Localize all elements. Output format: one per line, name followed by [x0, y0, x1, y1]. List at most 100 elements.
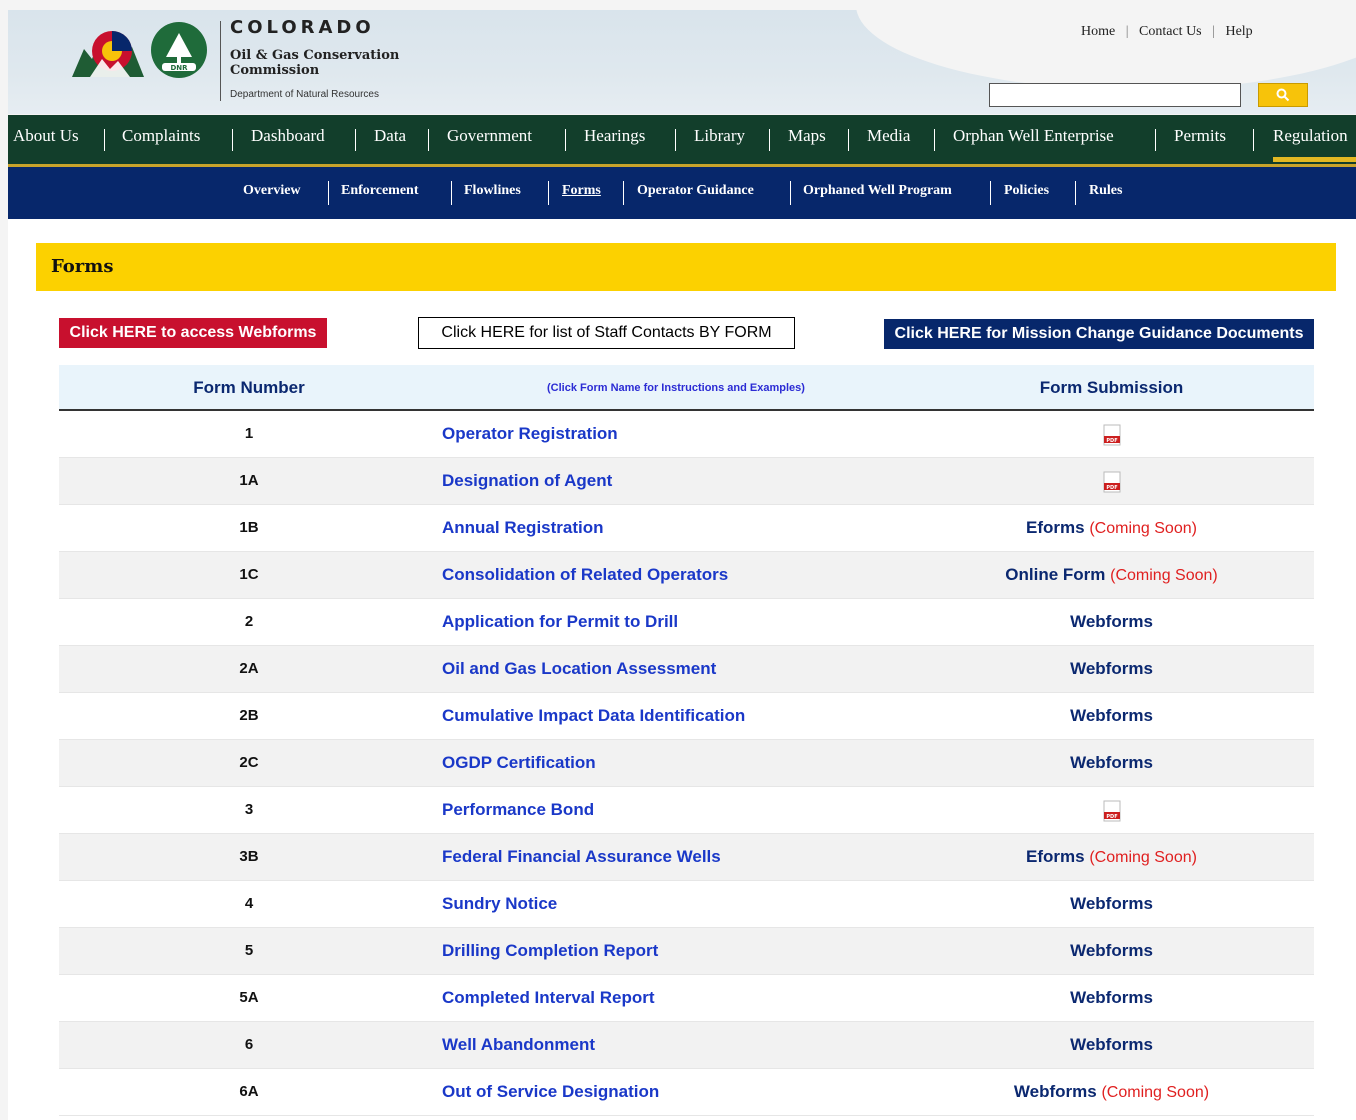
subnav-separator: [548, 181, 549, 205]
form-name-link[interactable]: Sundry Notice: [442, 894, 557, 914]
search-input[interactable]: [989, 83, 1241, 107]
form-number: 1C: [239, 566, 259, 583]
form-submission: Webforms: [929, 753, 1294, 773]
sub-nav: Overview Enforcement Flowlines Forms Ope…: [8, 167, 1356, 219]
nav-about-us[interactable]: About Us: [13, 126, 79, 146]
nav-separator: [675, 129, 676, 151]
form-name-link[interactable]: Designation of Agent: [442, 471, 612, 491]
submission-link[interactable]: Webforms: [1070, 753, 1153, 772]
nav-active-indicator: [1273, 157, 1356, 162]
coming-soon-label: (Coming Soon): [1101, 1084, 1210, 1101]
nav-orphan-well-enterprise[interactable]: Orphan Well Enterprise: [953, 126, 1114, 146]
subnav-separator: [790, 181, 791, 205]
submission-link[interactable]: Webforms: [1070, 894, 1153, 913]
form-submission: Webforms: [929, 1035, 1294, 1055]
form-name-link[interactable]: Completed Interval Report: [442, 988, 655, 1008]
pdf-icon[interactable]: PDF: [1101, 471, 1123, 493]
search-button[interactable]: [1258, 83, 1308, 107]
pdf-icon[interactable]: PDF: [1101, 800, 1123, 822]
form-name-link[interactable]: Consolidation of Related Operators: [442, 565, 728, 585]
svg-text:PDF: PDF: [1106, 438, 1117, 444]
nav-complaints[interactable]: Complaints: [122, 126, 200, 146]
nav-separator: [848, 129, 849, 151]
nav-separator: [1155, 129, 1156, 151]
submission-link[interactable]: Eforms: [1026, 847, 1085, 866]
form-name-link[interactable]: Annual Registration: [442, 518, 604, 538]
form-name-link[interactable]: Operator Registration: [442, 424, 618, 444]
table-row: 1B Annual Registration Eforms (Coming Soon…: [59, 505, 1314, 552]
mission-button-prefix: Click HERE for: [894, 325, 1012, 342]
submission-link[interactable]: Webforms: [1070, 1035, 1153, 1054]
nav-separator: [232, 129, 233, 151]
form-name-link[interactable]: OGDP Certification: [442, 753, 596, 773]
nav-data[interactable]: Data: [374, 126, 406, 146]
submission-link[interactable]: Webforms: [1070, 706, 1153, 725]
pdf-icon[interactable]: PDF: [1101, 424, 1123, 446]
table-row: 3 Performance Bond PDF: [59, 787, 1314, 834]
column-header-form-submission: Form Submission: [1039, 378, 1184, 397]
contact-us-link[interactable]: Contact Us: [1139, 24, 1202, 39]
staff-contacts-button[interactable]: Click HERE for list of Staff Contacts BY…: [418, 317, 795, 349]
submission-link[interactable]: Webforms: [1014, 1082, 1097, 1101]
main-nav: About Us Complaints Dashboard Data Gover…: [8, 115, 1356, 167]
nav-regulation[interactable]: Regulation: [1273, 126, 1348, 146]
submission-link[interactable]: Webforms: [1070, 659, 1153, 678]
svg-text:PDF: PDF: [1106, 814, 1117, 820]
form-name-link[interactable]: Well Abandonment: [442, 1035, 595, 1055]
submission-link[interactable]: Webforms: [1070, 988, 1153, 1007]
form-name-link[interactable]: Out of Service Designation: [442, 1082, 659, 1102]
nav-separator: [934, 129, 935, 151]
submission-link[interactable]: Webforms: [1070, 612, 1153, 631]
nav-hearings[interactable]: Hearings: [584, 126, 645, 146]
table-row: 3B Federal Financial Assurance Wells Eform…: [59, 834, 1314, 881]
subnav-overview[interactable]: Overview: [243, 183, 301, 199]
help-link[interactable]: Help: [1225, 24, 1252, 39]
form-submission: Eforms (Coming Soon): [929, 518, 1294, 538]
form-name-link[interactable]: Cumulative Impact Data Identification: [442, 706, 745, 726]
form-number: 3: [244, 801, 254, 818]
nav-permits[interactable]: Permits: [1174, 126, 1226, 146]
subnav-separator: [990, 181, 991, 205]
subnav-separator: [328, 181, 329, 205]
home-link[interactable]: Home: [1081, 24, 1115, 39]
nav-library[interactable]: Library: [694, 126, 745, 146]
subnav-policies[interactable]: Policies: [1004, 183, 1049, 199]
subnav-forms[interactable]: Forms: [562, 183, 601, 199]
coming-soon-label: (Coming Soon): [1089, 849, 1197, 866]
nav-media[interactable]: Media: [867, 126, 910, 146]
logo-divider: [220, 21, 221, 101]
section-header: Forms: [36, 243, 1336, 291]
mission-change-guidance-button[interactable]: Click HERE for Mission Change Guidance D…: [884, 319, 1314, 349]
form-name-link[interactable]: Federal Financial Assurance Wells: [442, 847, 721, 867]
table-row: 6 Well Abandonment Webforms: [59, 1022, 1314, 1069]
submission-link[interactable]: Webforms: [1070, 941, 1153, 960]
subnav-operator-guidance[interactable]: Operator Guidance: [637, 183, 754, 199]
form-number: 1B: [239, 519, 259, 536]
submission-link[interactable]: Online Form: [1005, 565, 1105, 584]
form-submission: Webforms: [929, 706, 1294, 726]
nav-separator: [355, 129, 356, 151]
form-name-link[interactable]: Application for Permit to Drill: [442, 612, 678, 632]
coming-soon-label: (Coming Soon): [1110, 567, 1218, 584]
form-name-link[interactable]: Oil and Gas Location Assessment: [442, 659, 716, 679]
subnav-flowlines[interactable]: Flowlines: [464, 183, 521, 199]
column-header-form-number: Form Number: [193, 378, 305, 397]
subnav-orphaned-well-program[interactable]: Orphaned Well Program: [803, 183, 952, 199]
table-body: 1 Operator Registration PDF 1A Designation o…: [59, 411, 1314, 1116]
submission-link[interactable]: Eforms: [1026, 518, 1085, 537]
form-submission: Webforms (Coming Soon): [929, 1082, 1294, 1102]
form-submission: Online Form (Coming Soon): [929, 565, 1294, 585]
form-submission: Webforms: [929, 659, 1294, 679]
form-number: 6: [244, 1036, 254, 1053]
nav-government[interactable]: Government: [447, 126, 532, 146]
nav-maps[interactable]: Maps: [788, 126, 826, 146]
form-submission: Webforms: [929, 612, 1294, 632]
table-row: 1A Designation of Agent PDF: [59, 458, 1314, 505]
nav-dashboard[interactable]: Dashboard: [251, 126, 325, 146]
access-webforms-button[interactable]: Click HERE to access Webforms: [59, 318, 327, 348]
form-name-link[interactable]: Performance Bond: [442, 800, 594, 820]
form-name-link[interactable]: Drilling Completion Report: [442, 941, 658, 961]
subnav-enforcement[interactable]: Enforcement: [341, 183, 419, 199]
subnav-rules[interactable]: Rules: [1089, 183, 1122, 199]
form-submission: PDF: [929, 424, 1294, 446]
